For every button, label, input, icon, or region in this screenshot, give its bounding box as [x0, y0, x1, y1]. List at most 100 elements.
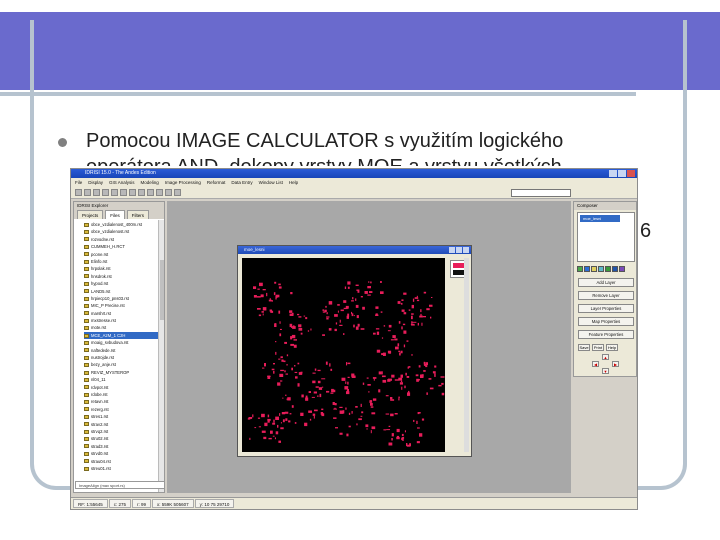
file-name: marshrt.rst — [91, 310, 112, 316]
file-list-item[interactable]: strau04.rst — [84, 458, 164, 465]
menu-item-gis-analysis[interactable]: GIS Analysis — [109, 178, 135, 187]
close-icon[interactable] — [627, 170, 635, 177]
file-list-item[interactable]: rozvodne.rst — [84, 236, 164, 243]
file-list-item[interactable]: obce_vzdialenost.rst — [84, 228, 164, 235]
file-list-item[interactable]: strad3.rst — [84, 443, 164, 450]
file-list-item[interactable]: stru02.rst — [84, 435, 164, 442]
file-list-item[interactable]: MCE_A2M_1 C2H — [84, 331, 164, 340]
save-button[interactable]: Save — [578, 344, 590, 351]
menu-item-data-entry[interactable]: Data Entry — [231, 178, 252, 187]
layer-item[interactable]: moe_lesni — [580, 215, 620, 222]
file-list-item[interactable]: mxstresse.rst — [84, 317, 164, 324]
map-scrollbar[interactable] — [464, 258, 469, 452]
palette-icon[interactable] — [584, 266, 590, 272]
file-list-item[interactable]: pcone.rst — [84, 251, 164, 258]
maximize-icon[interactable] — [456, 247, 462, 253]
file-list-item[interactable]: rezerg.rst — [84, 406, 164, 413]
file-list-item[interactable]: CUMMEH_H.RCT — [84, 243, 164, 250]
digitize-icon[interactable] — [138, 189, 145, 196]
file-list-item[interactable]: strvq2.rst — [84, 428, 164, 435]
menu-item-modeling[interactable]: Modeling — [141, 178, 159, 187]
file-list-item[interactable]: retavn.rst — [84, 398, 164, 405]
composer-icon[interactable] — [165, 189, 172, 196]
command-input[interactable]: ImageAlign (max sport.rs) — [75, 481, 165, 489]
display-icon[interactable] — [93, 189, 100, 196]
file-list-item[interactable]: obce_vzdialenost_400m.rst — [84, 221, 164, 228]
file-list-item[interactable]: hypod.rst — [84, 280, 164, 287]
close-icon[interactable] — [463, 247, 469, 253]
file-list-item[interactable]: naftedede.rst — [84, 347, 164, 354]
map-window[interactable]: moe_lesni — [237, 245, 472, 457]
measure-icon[interactable] — [147, 189, 154, 196]
file-list-item[interactable]: nl04_11 — [84, 376, 164, 383]
menu-item-display[interactable]: Display — [88, 178, 103, 187]
minimize-icon[interactable] — [449, 247, 455, 253]
file-list-item[interactable]: rdvpot.rst — [84, 384, 164, 391]
menu-item-window-list[interactable]: Window List — [259, 178, 283, 187]
feature-properties-button[interactable]: Feature Properties — [578, 330, 634, 339]
explorer-scrollbar[interactable] — [158, 220, 164, 492]
file-list-item[interactable]: strav2.rst — [84, 421, 164, 428]
file-list-item[interactable]: REVIZ_MYSTEROP — [84, 369, 164, 376]
palette-icon[interactable] — [591, 266, 597, 272]
tab-projects[interactable]: Projects — [77, 210, 104, 219]
raster-pixel-cluster — [325, 361, 328, 365]
pan-down-icon[interactable]: ▼ — [602, 368, 609, 374]
zoom-out-icon[interactable] — [111, 189, 118, 196]
raster-pixel-cluster — [403, 292, 407, 295]
map-properties-button[interactable]: Map Properties — [578, 317, 634, 326]
palette-icon[interactable] — [612, 266, 618, 272]
file-list-item[interactable]: hnsdrok.rst — [84, 273, 164, 280]
raster-map-canvas[interactable] — [242, 258, 445, 452]
file-list-item[interactable]: hrpolak.rst — [84, 265, 164, 272]
tab-filters[interactable]: Filters — [126, 210, 150, 219]
tab-files[interactable]: Files — [105, 210, 125, 219]
menu-item-reformat[interactable]: Reformat — [207, 178, 226, 187]
file-list-item[interactable]: mote.rst — [84, 324, 164, 331]
query-icon[interactable] — [129, 189, 136, 196]
pan-right-icon[interactable]: ▶ — [612, 361, 619, 367]
open-icon[interactable] — [75, 189, 82, 196]
menu-item-image-processing[interactable]: Image Processing — [165, 178, 201, 187]
minimize-icon[interactable] — [609, 170, 617, 177]
file-list-item[interactable]: streu01.rst — [84, 465, 164, 472]
pan-left-icon[interactable]: ◀ — [592, 361, 599, 367]
file-list-item[interactable]: Elinfo.rst — [84, 258, 164, 265]
palette-icon[interactable] — [577, 266, 583, 272]
raster-pixel-cluster — [432, 371, 436, 374]
refresh-icon[interactable] — [156, 189, 163, 196]
menu-item-file[interactable]: File — [75, 178, 82, 187]
file-name: LAND5.rst — [91, 288, 111, 294]
file-list-item[interactable]: stres1.rst — [84, 413, 164, 420]
save-icon[interactable] — [84, 189, 91, 196]
pan-up-icon[interactable]: ▲ — [602, 354, 609, 360]
raster-pixel-cluster — [300, 371, 303, 374]
file-list-item[interactable]: nustrojde.rst — [84, 354, 164, 361]
file-list-item[interactable]: marshrt.rst — [84, 310, 164, 317]
toolbar-dropdown[interactable] — [511, 189, 571, 197]
scrollbar-thumb[interactable] — [160, 260, 164, 320]
file-list-item[interactable]: moaig_svbudova.rst — [84, 339, 164, 346]
zoom-in-icon[interactable] — [102, 189, 109, 196]
help-button[interactable]: Help — [606, 344, 618, 351]
raster-pixel-cluster — [315, 386, 319, 388]
pan-icon[interactable] — [120, 189, 127, 196]
raster-pixel-cluster — [342, 410, 345, 414]
file-list-item[interactable]: strvd0.rst — [84, 450, 164, 457]
layer-properties-button[interactable]: Layer Properties — [578, 304, 634, 313]
file-list-item[interactable]: rdobe.rst — [84, 391, 164, 398]
file-list-item[interactable]: bezy_anje.rst — [84, 361, 164, 368]
add-layer-button[interactable]: Add Layer — [578, 278, 634, 287]
file-list-item[interactable]: LAND5.rst — [84, 288, 164, 295]
file-list-item[interactable]: hrpiecp10_pns03.rst — [84, 295, 164, 302]
raster-pixel-cluster — [401, 299, 404, 301]
file-list-item[interactable]: MIC_P Precise.rst — [84, 302, 164, 309]
remove-layer-button[interactable]: Remove Layer — [578, 291, 634, 300]
print-button[interactable]: Print — [592, 344, 604, 351]
palette-icon[interactable] — [598, 266, 604, 272]
menu-item-help[interactable]: Help — [289, 178, 298, 187]
palette-icon[interactable] — [605, 266, 611, 272]
help-icon[interactable] — [174, 189, 181, 196]
maximize-icon[interactable] — [618, 170, 626, 177]
palette-icon[interactable] — [619, 266, 625, 272]
